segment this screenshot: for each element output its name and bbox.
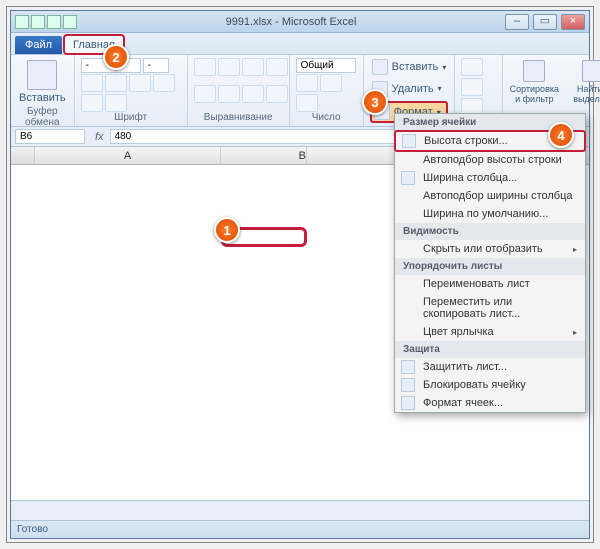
bold-button[interactable] xyxy=(81,74,103,92)
fill-color-button[interactable] xyxy=(81,94,103,112)
annotation-badge-2: 2 xyxy=(103,44,129,70)
sheet-tabs xyxy=(11,500,589,520)
qat-save-icon[interactable] xyxy=(31,15,45,29)
close-button[interactable]: × xyxy=(561,14,585,30)
fx-icon[interactable]: fx xyxy=(89,131,110,143)
qat-redo-icon[interactable] xyxy=(63,15,77,29)
protect-icon xyxy=(401,360,415,374)
col-header[interactable]: B xyxy=(221,147,307,164)
minimize-button[interactable]: – xyxy=(505,14,529,30)
annotation-badge-1: 1 xyxy=(214,217,240,243)
annotation-badge-4: 4 xyxy=(548,122,574,148)
ribbon-tabs: Файл Главная xyxy=(11,33,589,55)
align-right-button[interactable] xyxy=(242,85,264,103)
find-icon xyxy=(582,60,600,82)
align-mid-button[interactable] xyxy=(218,58,240,76)
paste-button[interactable]: Вставить xyxy=(17,58,68,106)
lock-cell-item[interactable]: Блокировать ячейку xyxy=(395,376,585,394)
insert-icon xyxy=(372,59,388,75)
format-dropdown-menu: Размер ячейки Высота строки... Автоподбо… xyxy=(394,113,586,413)
merge-button[interactable] xyxy=(266,85,288,103)
lock-icon xyxy=(401,378,415,392)
auto-col-width-item[interactable]: Автоподбор ширины столбца xyxy=(395,187,585,205)
border-button[interactable] xyxy=(153,74,175,92)
col-width-item[interactable]: Ширина столбца... xyxy=(395,169,585,187)
name-box[interactable]: B6 xyxy=(15,129,85,144)
align-center-button[interactable] xyxy=(218,85,240,103)
percent-button[interactable] xyxy=(320,74,342,92)
insert-cells-button[interactable]: Вставить▾ xyxy=(370,58,449,76)
format-cells-icon xyxy=(401,396,415,410)
number-format-select[interactable]: Общий xyxy=(296,58,356,73)
find-select-button[interactable]: Найти и выделить xyxy=(571,58,600,106)
italic-button[interactable] xyxy=(105,74,127,92)
qat-undo-icon[interactable] xyxy=(47,15,61,29)
window-title: 9991.xlsx - Microsoft Excel xyxy=(77,16,505,28)
format-cells-item[interactable]: Формат ячеек... xyxy=(395,394,585,412)
comma-button[interactable] xyxy=(296,94,318,112)
tab-color-item[interactable]: Цвет ярлычка▸ xyxy=(395,323,585,341)
font-size-select[interactable]: - xyxy=(143,58,169,73)
currency-button[interactable] xyxy=(296,74,318,92)
file-tab[interactable]: Файл xyxy=(15,36,62,54)
titlebar: 9991.xlsx - Microsoft Excel – ▭ × xyxy=(11,11,589,33)
col-width-icon xyxy=(401,171,415,185)
sort-filter-button[interactable]: Сортировка и фильтр xyxy=(509,58,559,106)
app-icon xyxy=(15,15,29,29)
rename-sheet-item[interactable]: Переименовать лист xyxy=(395,275,585,293)
dropdown-section: Упорядочить листы xyxy=(395,258,585,275)
font-color-button[interactable] xyxy=(105,94,127,112)
move-copy-sheet-item[interactable]: Переместить или скопировать лист... xyxy=(395,293,585,323)
protect-sheet-item[interactable]: Защитить лист... xyxy=(395,358,585,376)
row-height-icon xyxy=(402,134,416,148)
auto-row-height-item[interactable]: Автоподбор высоты строки xyxy=(395,151,585,169)
wrap-button[interactable] xyxy=(266,58,288,76)
select-all-corner[interactable] xyxy=(11,147,35,164)
dropdown-section: Видимость xyxy=(395,223,585,240)
align-bot-button[interactable] xyxy=(242,58,264,76)
underline-button[interactable] xyxy=(129,74,151,92)
dropdown-section: Защита xyxy=(395,341,585,358)
clipboard-icon xyxy=(27,60,57,90)
hide-show-item[interactable]: Скрыть или отобразить▸ xyxy=(395,240,585,258)
align-top-button[interactable] xyxy=(194,58,216,76)
fill-button[interactable] xyxy=(461,78,483,96)
status-bar: Готово xyxy=(11,520,589,538)
sort-icon xyxy=(523,60,545,82)
align-left-button[interactable] xyxy=(194,85,216,103)
annotation-badge-3: 3 xyxy=(362,89,388,115)
col-header[interactable]: A xyxy=(35,147,221,164)
autosum-button[interactable] xyxy=(461,58,483,76)
maximize-button[interactable]: ▭ xyxy=(533,14,557,30)
default-width-item[interactable]: Ширина по умолчанию... xyxy=(395,205,585,223)
